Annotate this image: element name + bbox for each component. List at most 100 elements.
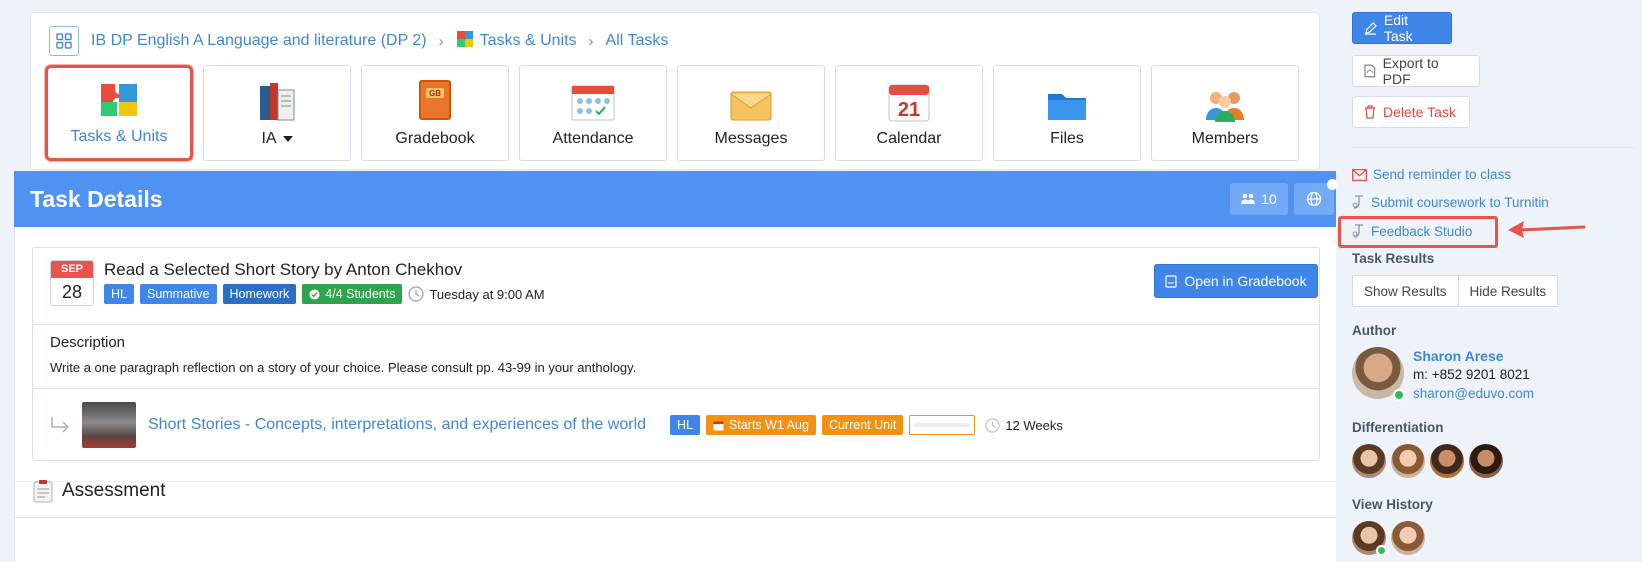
breadcrumb-section[interactable]: Tasks & Units <box>480 32 577 50</box>
task-details-header: Task Details 10 <box>14 171 1338 227</box>
description-label: Description <box>50 334 126 351</box>
caret-down-icon <box>282 135 293 142</box>
avatar[interactable] <box>1352 521 1387 556</box>
avatar[interactable] <box>1391 444 1425 478</box>
export-pdf-button[interactable]: Export to PDF <box>1352 55 1480 87</box>
tile-attendance[interactable]: Attendance <box>519 65 667 161</box>
unit-start-badge: Starts W1 Aug <box>706 415 816 435</box>
progress-track <box>914 423 971 427</box>
turnitin-icon <box>1352 195 1363 209</box>
envelope-icon <box>729 78 773 122</box>
calendar-icon <box>713 420 724 431</box>
results-toggle: Show Results Hide Results <box>1352 275 1559 307</box>
task-title: Read a Selected Short Story by Anton Che… <box>104 260 463 279</box>
tile-ia[interactable]: IA <box>203 65 351 161</box>
tile-messages[interactable]: Messages <box>677 65 825 161</box>
svg-text:21: 21 <box>898 99 920 121</box>
calendar-icon: 21 <box>888 78 930 122</box>
books-icon <box>257 78 297 122</box>
divider <box>1352 147 1634 148</box>
members-icon <box>1203 78 1247 122</box>
tile-members[interactable]: Members <box>1151 65 1299 161</box>
grid-icon[interactable] <box>49 26 79 56</box>
pencil-icon <box>1364 21 1377 35</box>
breadcrumb-page[interactable]: All Tasks <box>606 32 669 50</box>
tile-calendar[interactable]: 21 Calendar <box>835 65 983 161</box>
breadcrumb-course[interactable]: IB DP English A Language and literature … <box>91 32 427 50</box>
unit-badges: HL Starts W1 Aug Current Unit 12 Weeks <box>670 415 1063 435</box>
members-count: 10 <box>1261 191 1277 207</box>
tile-label: Gradebook <box>395 130 475 147</box>
avatar[interactable] <box>1430 444 1464 478</box>
unit-duration: 12 Weeks <box>985 418 1063 433</box>
subdirectory-arrow-icon <box>51 417 70 433</box>
puzzle-icon <box>456 30 474 53</box>
tile-label: Members <box>1191 130 1259 147</box>
divider <box>15 481 1336 482</box>
due-time: Tuesday at 9:00 AM <box>408 286 545 302</box>
students-badge[interactable]: 4/4 Students <box>302 284 403 304</box>
globe-icon <box>1306 191 1322 207</box>
folder-icon <box>1046 78 1088 122</box>
author-phone: m: +852 9201 8021 <box>1413 367 1530 382</box>
envelope-icon <box>1352 168 1367 181</box>
tile-label: Calendar <box>876 130 942 147</box>
divider <box>33 324 1319 325</box>
task-badges: HL Summative Homework 4/4 Students Tuesd… <box>104 284 545 304</box>
send-reminder-link[interactable]: Send reminder to class <box>1352 167 1511 182</box>
open-in-gradebook-button[interactable]: Open in Gradebook <box>1154 264 1318 298</box>
homework-badge: Homework <box>222 284 297 304</box>
level-badge: HL <box>104 284 134 304</box>
edit-task-button[interactable]: Edit Task <box>1352 12 1452 44</box>
author-label: Author <box>1352 323 1397 338</box>
date-day: 28 <box>61 282 83 302</box>
tile-label: Attendance <box>552 130 634 147</box>
task-results-label: Task Results <box>1352 251 1435 266</box>
notification-dot <box>1327 179 1338 190</box>
unit-link[interactable]: Short Stories - Concepts, interpretation… <box>148 416 646 434</box>
breadcrumb: IB DP English A Language and literature … <box>49 26 669 56</box>
svg-text:GB: GB <box>429 89 441 98</box>
description-text: Write a one paragraph reflection on a st… <box>50 360 637 375</box>
check-circle-icon <box>309 288 320 300</box>
tile-label: IA <box>261 130 293 148</box>
hide-results-button[interactable]: Hide Results <box>1458 275 1559 307</box>
author-email[interactable]: sharon@eduvo.com <box>1413 386 1534 401</box>
online-status-dot <box>1393 389 1405 401</box>
show-results-button[interactable]: Show Results <box>1352 275 1459 307</box>
tile-files[interactable]: Files <box>993 65 1141 161</box>
pdf-file-icon <box>1364 64 1376 78</box>
avatar[interactable] <box>1469 444 1503 478</box>
task-card: SEP 28 Read a Selected Short Story by An… <box>32 247 1320 461</box>
summative-badge: Summative <box>139 284 217 304</box>
author-name[interactable]: Sharon Arese <box>1413 348 1504 364</box>
clock-icon <box>408 286 425 302</box>
highlight-box <box>1338 216 1498 248</box>
divider <box>15 517 1336 518</box>
users-icon <box>1241 193 1256 204</box>
attendance-icon <box>571 78 615 122</box>
tile-label: Files <box>1050 130 1084 147</box>
tile-label: Messages <box>714 130 788 147</box>
right-sidebar: Edit Task Export to PDF Delete Task Send… <box>1338 0 1642 562</box>
differentiation-avatars <box>1352 444 1503 478</box>
date-badge: SEP 28 <box>50 260 94 306</box>
chevron-right-icon: › <box>588 32 594 50</box>
avatar[interactable] <box>1391 521 1425 555</box>
unit-level-badge: HL <box>670 415 701 435</box>
trash-icon <box>1365 105 1375 119</box>
tile-gradebook[interactable]: GB Gradebook <box>361 65 509 161</box>
tile-tasks-units[interactable]: Tasks & Units <box>45 65 193 161</box>
members-count-button[interactable]: 10 <box>1230 183 1288 215</box>
puzzle-icon <box>97 76 141 120</box>
turnitin-link[interactable]: Submit coursework to Turnitin <box>1352 195 1549 210</box>
avatar[interactable] <box>1352 444 1386 478</box>
clock-icon <box>985 417 1000 433</box>
unit-progress-bar <box>909 415 976 435</box>
annotation-arrow-icon <box>1508 221 1586 238</box>
unit-thumbnail[interactable] <box>82 402 136 448</box>
delete-task-button[interactable]: Delete Task <box>1352 96 1470 128</box>
assessment-heading: Assessment <box>32 479 165 503</box>
course-nav-card: IB DP English A Language and literature … <box>30 12 1320 170</box>
online-status-dot <box>1376 545 1387 556</box>
